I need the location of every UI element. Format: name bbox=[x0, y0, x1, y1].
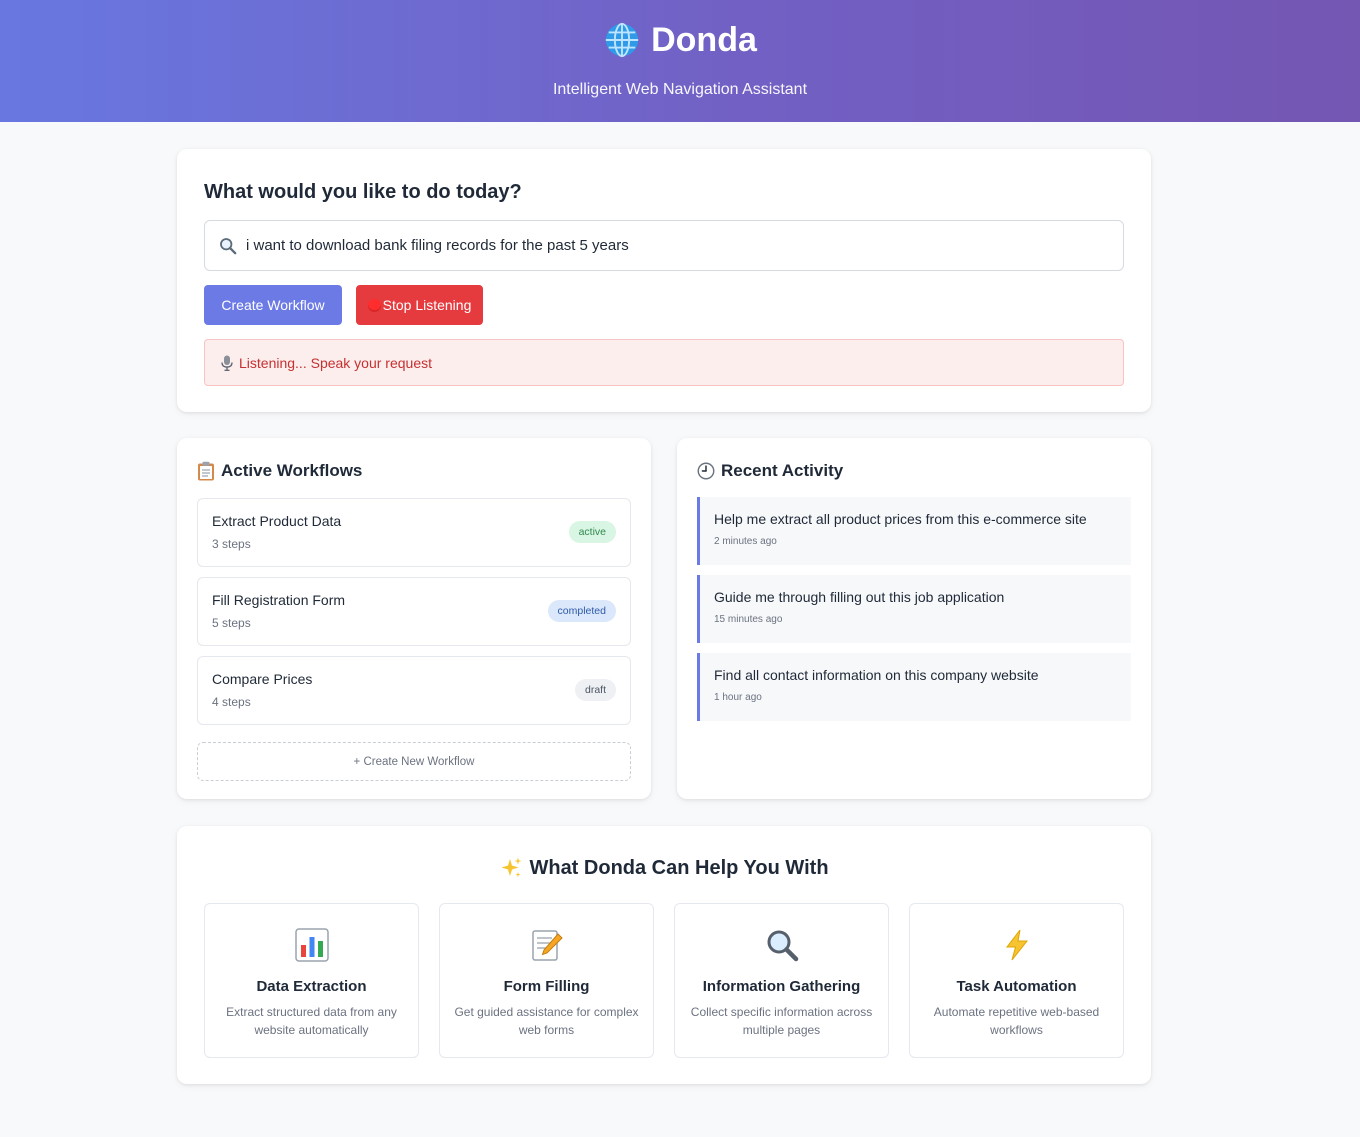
feature-card: Form Filling Get guided assistance for c… bbox=[439, 903, 654, 1058]
clipboard-icon bbox=[198, 461, 214, 481]
workflow-item[interactable]: Fill Registration Form 5 steps completed bbox=[197, 577, 631, 646]
activity-item[interactable]: Guide me through filling out this job ap… bbox=[697, 575, 1131, 643]
activity-item[interactable]: Find all contact information on this com… bbox=[697, 653, 1131, 721]
app-title: Donda bbox=[651, 21, 757, 59]
capabilities-panel: What Donda Can Help You With Data Extrac… bbox=[177, 826, 1151, 1084]
capabilities-heading: What Donda Can Help You With bbox=[204, 856, 1124, 880]
request-input[interactable] bbox=[246, 237, 1123, 254]
workflow-list: Extract Product Data 3 steps active Fill… bbox=[197, 498, 631, 725]
feature-description: Collect specific information across mult… bbox=[690, 1005, 873, 1037]
stop-listening-label: Stop Listening bbox=[382, 297, 472, 313]
activity-item[interactable]: Help me extract all product prices from … bbox=[697, 497, 1131, 565]
workflow-item[interactable]: Extract Product Data 3 steps active bbox=[197, 498, 631, 567]
recent-activity-panel: Recent Activity Help me extract all prod… bbox=[677, 438, 1151, 799]
feature-title: Data Extraction bbox=[256, 978, 367, 995]
workflows-title: Active Workflows bbox=[221, 461, 363, 480]
status-badge: completed bbox=[547, 600, 616, 622]
active-workflows-panel: Active Workflows Extract Product Data 3 … bbox=[177, 438, 651, 799]
feature-card: Data Extraction Extract structured data … bbox=[204, 903, 419, 1058]
capabilities-title: What Donda Can Help You With bbox=[529, 857, 829, 879]
workflow-name: Extract Product Data bbox=[212, 513, 342, 529]
lightning-icon bbox=[1005, 929, 1028, 961]
brand: Donda bbox=[0, 18, 1360, 62]
microphone-icon bbox=[221, 355, 233, 371]
feature-title: Information Gathering bbox=[702, 978, 861, 995]
activity-text: Find all contact information on this com… bbox=[714, 667, 1039, 683]
activity-time: 1 hour ago bbox=[714, 692, 762, 703]
app-header: Donda Intelligent Web Navigation Assista… bbox=[0, 0, 1360, 122]
feature-description: Automate repetitive web-based workflows bbox=[933, 1005, 1100, 1037]
magnifier-icon bbox=[767, 930, 798, 962]
search-box[interactable] bbox=[204, 220, 1124, 271]
feature-description: Get guided assistance for complex web fo… bbox=[454, 1005, 639, 1037]
listening-status: Listening... Speak your request bbox=[204, 339, 1124, 386]
workflow-name: Compare Prices bbox=[212, 671, 313, 687]
clock-icon bbox=[697, 462, 715, 480]
workflows-heading: Active Workflows bbox=[197, 461, 631, 481]
feature-description: Extract structured data from any website… bbox=[226, 1005, 397, 1037]
memo-icon bbox=[531, 930, 563, 961]
query-heading: What would you like to do today? bbox=[204, 181, 522, 203]
workflow-steps: 3 steps bbox=[212, 537, 251, 551]
workflow-steps: 4 steps bbox=[212, 695, 251, 709]
stop-listening-button[interactable]: Stop Listening bbox=[356, 285, 483, 325]
feature-title: Form Filling bbox=[503, 978, 590, 995]
status-badge: draft bbox=[574, 679, 616, 701]
globe-icon bbox=[605, 22, 639, 58]
feature-card: Information Gathering Collect specific i… bbox=[674, 903, 889, 1058]
status-badge: active bbox=[568, 521, 616, 543]
sparkles-icon bbox=[501, 857, 522, 878]
red-circle-icon bbox=[367, 298, 381, 312]
create-workflow-button[interactable]: Create Workflow bbox=[204, 285, 342, 325]
query-panel: What would you like to do today? Create … bbox=[177, 149, 1151, 412]
bar-chart-icon bbox=[294, 928, 329, 962]
activity-time: 15 minutes ago bbox=[714, 614, 783, 625]
activity-time: 2 minutes ago bbox=[714, 536, 777, 547]
feature-card: Task Automation Automate repetitive web-… bbox=[909, 903, 1124, 1058]
create-new-workflow-button[interactable]: + Create New Workflow bbox=[197, 742, 631, 781]
action-buttons: Create Workflow Stop Listening bbox=[204, 285, 1124, 325]
listening-text: Listening... Speak your request bbox=[239, 354, 433, 371]
activity-text: Guide me through filling out this job ap… bbox=[714, 589, 1005, 605]
workflow-item[interactable]: Compare Prices 4 steps draft bbox=[197, 656, 631, 725]
feature-title: Task Automation bbox=[956, 978, 1077, 995]
activity-heading: Recent Activity bbox=[697, 461, 1131, 481]
search-icon bbox=[220, 237, 237, 254]
app-tagline: Intelligent Web Navigation Assistant bbox=[552, 81, 808, 98]
activity-title: Recent Activity bbox=[721, 461, 844, 480]
feature-grid: Data Extraction Extract structured data … bbox=[204, 903, 1124, 1058]
activity-list: Help me extract all product prices from … bbox=[697, 497, 1131, 721]
activity-text: Help me extract all product prices from … bbox=[714, 511, 1087, 527]
